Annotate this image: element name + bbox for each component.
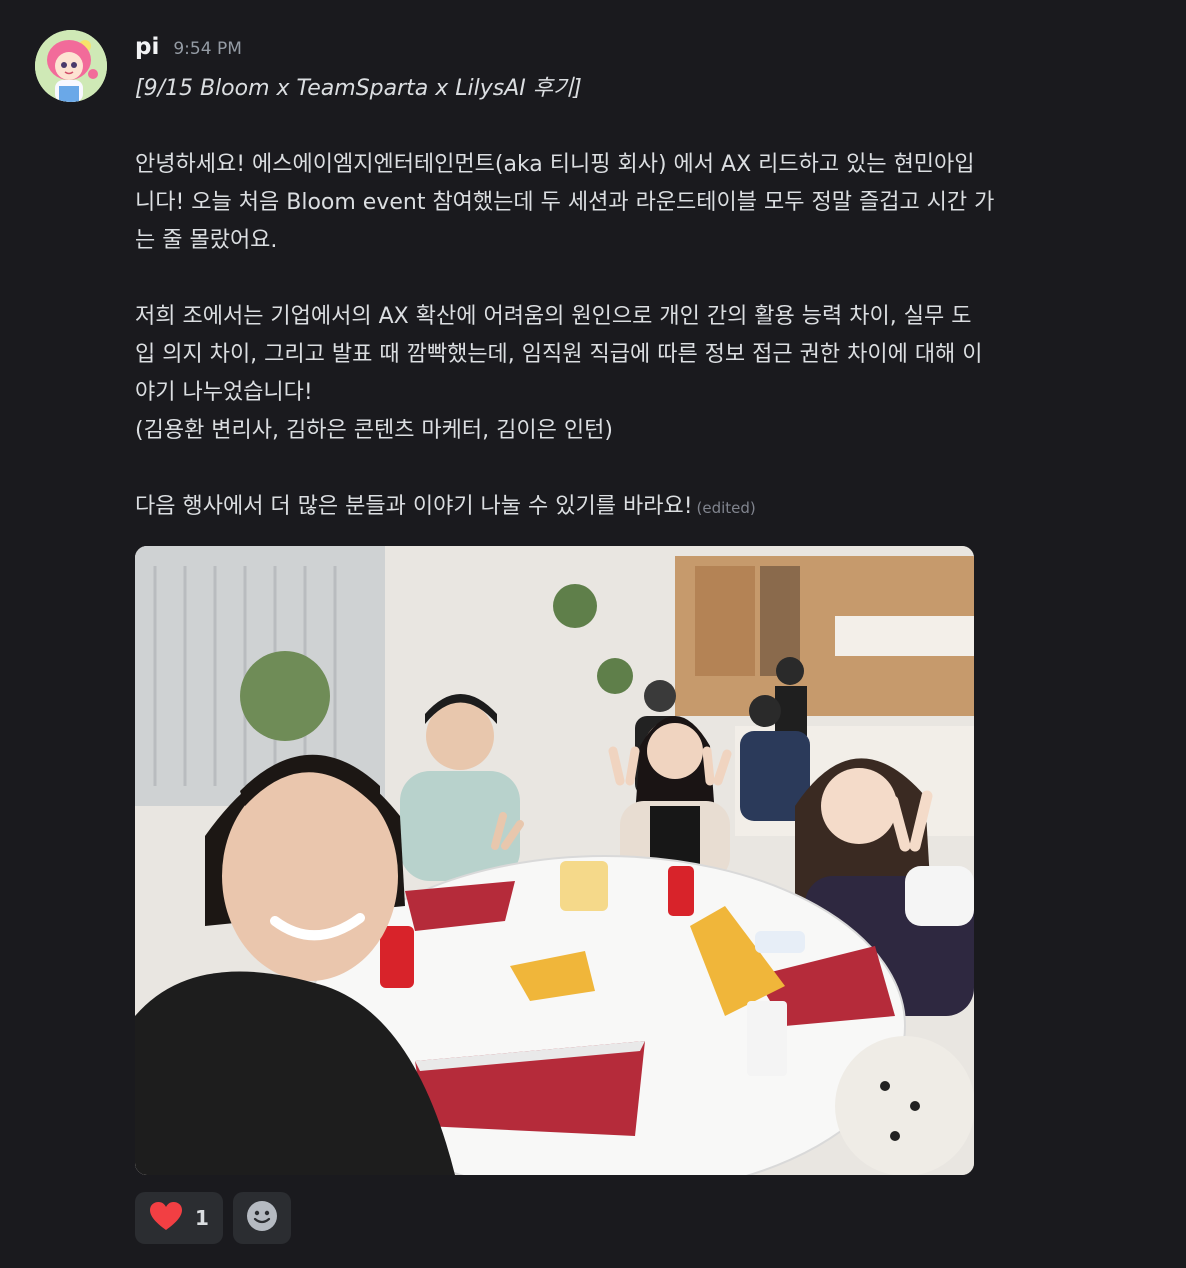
chat-message: pi 9:54 PM [9/15 Bloom x TeamSparta x Li… <box>0 0 1186 1268</box>
message-paragraph: 다음 행사에서 더 많은 분들과 이야기 나눌 수 있기를 바라요! <box>135 494 693 519</box>
user-avatar[interactable] <box>35 30 107 102</box>
edited-label: (edited) <box>696 499 756 517</box>
reaction-count: 1 <box>195 1206 209 1230</box>
heart-icon <box>149 1201 183 1235</box>
timestamp: 9:54 PM <box>173 39 242 59</box>
add-reaction-button[interactable] <box>232 1192 291 1244</box>
username[interactable]: pi <box>135 34 159 60</box>
message-header: pi 9:54 PM <box>135 34 242 60</box>
message-paragraph: 저희 조에서는 기업에서의 AX 확산에 어려움의 원인으로 개인 간의 활용 … <box>135 304 983 405</box>
reaction-bar: 1 <box>135 1192 291 1244</box>
message-title: [9/15 Bloom x TeamSparta x LilysAI 후기] <box>135 76 582 101</box>
message-closing: 다음 행사에서 더 많은 분들과 이야기 나눌 수 있기를 바라요! (edite… <box>135 488 1155 527</box>
message-paragraph: (김용환 변리사, 김하은 콘텐츠 마케터, 김이은 인턴) <box>135 418 613 443</box>
reaction-heart[interactable]: 1 <box>135 1192 223 1244</box>
smiley-icon <box>246 1200 278 1236</box>
image-attachment[interactable] <box>135 546 974 1175</box>
message-content: [9/15 Bloom x TeamSparta x LilysAI 후기] 안… <box>135 70 1155 527</box>
message-paragraph: 안녕하세요! 에스에이엠지엔터테인먼트(aka 티니핑 회사) 에서 AX 리드… <box>135 152 995 253</box>
